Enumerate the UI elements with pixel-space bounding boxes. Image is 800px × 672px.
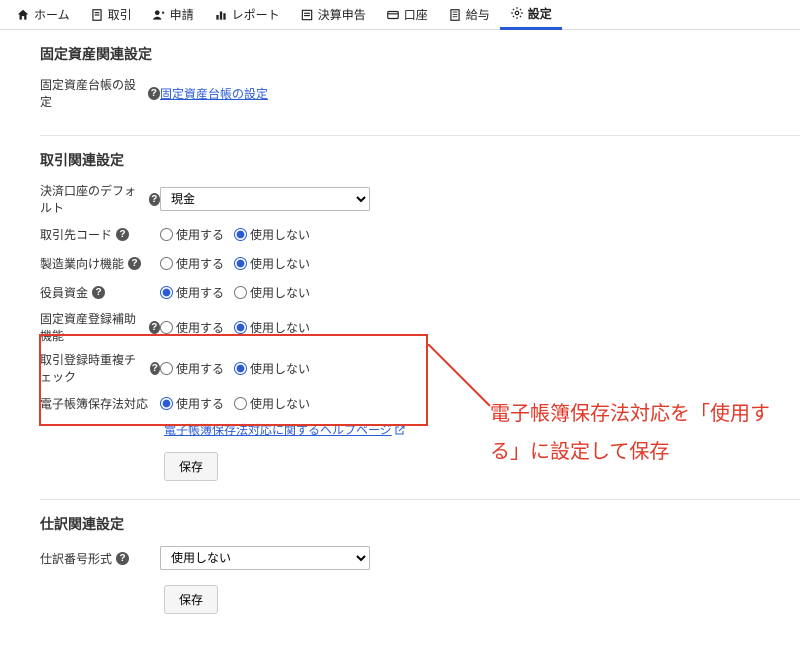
row-label: 固定資産登録補助機能 ?: [40, 310, 160, 344]
asset-assist-row: 固定資産登録補助機能 ? 使用する 使用しない: [40, 310, 800, 344]
nav-payroll[interactable]: 給与: [438, 0, 500, 30]
ebook-help-link[interactable]: 電子帳簿保存法対応に関するヘルプページ: [164, 421, 392, 438]
nav-closing[interactable]: 決算申告: [290, 0, 376, 30]
card-icon: [386, 8, 400, 22]
radio-not-use[interactable]: 使用しない: [234, 226, 310, 243]
radio-use[interactable]: 使用する: [160, 360, 224, 377]
radio-use[interactable]: 使用する: [160, 319, 224, 336]
journal-number-row: 仕訳番号形式 ? 使用しない: [40, 546, 800, 570]
fixed-asset-section: 固定資産関連設定 固定資産台帳の設定 ? 固定資産台帳の設定: [40, 38, 800, 135]
nav-label: 申請: [170, 6, 194, 23]
help-icon[interactable]: ?: [116, 552, 129, 565]
help-icon[interactable]: ?: [150, 362, 160, 375]
help-icon[interactable]: ?: [149, 321, 160, 334]
section-title: 仕訳関連設定: [40, 514, 800, 534]
save-button[interactable]: 保存: [164, 452, 218, 481]
radio-not-use[interactable]: 使用しない: [234, 319, 310, 336]
row-label: 取引登録時重複チェック ?: [40, 351, 160, 385]
person-icon: [152, 8, 166, 22]
nav-label: 口座: [404, 6, 428, 23]
row-label: 電子帳簿保存法対応: [40, 395, 160, 412]
manufacturing-row: 製造業向け機能 ? 使用する 使用しない: [40, 252, 800, 274]
home-icon: [16, 8, 30, 22]
sheet-icon: [448, 8, 462, 22]
default-account-row: 決済口座のデフォルト ? 現金: [40, 182, 800, 216]
row-label: 役員資金 ?: [40, 284, 160, 301]
radio-not-use[interactable]: 使用しない: [234, 255, 310, 272]
nav-label: 決算申告: [318, 6, 366, 23]
radio-not-use[interactable]: 使用しない: [234, 395, 310, 412]
top-nav: ホーム 取引 申請 レポート 決算申告 口座 給与 設定: [0, 0, 800, 30]
fixed-asset-row: 固定資産台帳の設定 ? 固定資産台帳の設定: [40, 76, 800, 110]
nav-label: ホーム: [34, 6, 70, 23]
journal-section: 仕訳関連設定 仕訳番号形式 ? 使用しない 保存: [40, 499, 800, 632]
radio-not-use[interactable]: 使用しない: [234, 360, 310, 377]
content: 固定資産関連設定 固定資産台帳の設定 ? 固定資産台帳の設定 取引関連設定 決済…: [0, 30, 800, 672]
row-label: 仕訳番号形式 ?: [40, 550, 160, 567]
help-icon[interactable]: ?: [116, 228, 129, 241]
callout-text: 電子帳簿保存法対応を「使用する」に設定して保存: [490, 395, 780, 471]
radio-use[interactable]: 使用する: [160, 284, 224, 301]
fixed-asset-link[interactable]: 固定資産台帳の設定: [160, 85, 268, 102]
partner-code-row: 取引先コード ? 使用する 使用しない: [40, 223, 800, 245]
nav-settings[interactable]: 設定: [500, 0, 562, 30]
help-icon[interactable]: ?: [92, 286, 105, 299]
nav-report[interactable]: レポート: [204, 0, 290, 30]
nav-transaction[interactable]: 取引: [80, 0, 142, 30]
nav-label: 取引: [108, 6, 132, 23]
nav-label: 給与: [466, 6, 490, 23]
help-icon[interactable]: ?: [149, 193, 160, 206]
radio-not-use[interactable]: 使用しない: [234, 284, 310, 301]
nav-home[interactable]: ホーム: [6, 0, 80, 30]
list-icon: [300, 8, 314, 22]
help-icon[interactable]: ?: [128, 257, 141, 270]
radio-use[interactable]: 使用する: [160, 395, 224, 412]
radio-use[interactable]: 使用する: [160, 255, 224, 272]
row-label: 製造業向け機能 ?: [40, 255, 160, 272]
section-title: 固定資産関連設定: [40, 44, 800, 64]
gear-icon: [510, 6, 524, 20]
help-icon[interactable]: ?: [148, 87, 160, 100]
radio-use[interactable]: 使用する: [160, 226, 224, 243]
default-account-select[interactable]: 現金: [160, 187, 370, 211]
nav-account[interactable]: 口座: [376, 0, 438, 30]
dup-check-row: 取引登録時重複チェック ? 使用する 使用しない: [40, 351, 800, 385]
row-label: 固定資産台帳の設定 ?: [40, 76, 160, 110]
nav-label: レポート: [232, 6, 280, 23]
bar-icon: [214, 8, 228, 22]
nav-request[interactable]: 申請: [142, 0, 204, 30]
officer-fund-row: 役員資金 ? 使用する 使用しない: [40, 281, 800, 303]
section-title: 取引関連設定: [40, 150, 800, 170]
nav-label: 設定: [528, 5, 552, 22]
row-label: 決済口座のデフォルト ?: [40, 182, 160, 216]
journal-number-select[interactable]: 使用しない: [160, 546, 370, 570]
row-label: 取引先コード ?: [40, 226, 160, 243]
external-link-icon: [394, 424, 406, 436]
doc-icon: [90, 8, 104, 22]
